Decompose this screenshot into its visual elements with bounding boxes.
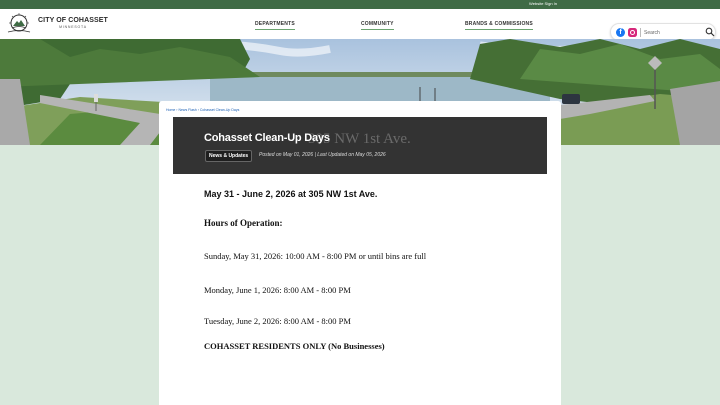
divider [640,28,641,37]
site-brand[interactable]: CITY OF COHASSET MINNESOTA [38,17,108,29]
nav-community[interactable]: COMMUNITY [361,21,394,30]
nav-departments[interactable]: DEPARTMENTS [255,21,295,30]
state-name: MINNESOTA [59,25,87,29]
hours-sunday: Sunday, May 31, 2026: 10:00 AM - 8:00 PM… [204,251,427,261]
utility-bar: Website Sign In [0,0,720,9]
nav-departments-label: DEPARTMENTS [255,21,295,27]
article-header: 305 NW 1st Ave. Cohasset Clean-Up Days N… [173,117,547,174]
nav-underline [361,29,394,30]
breadcrumb: Home › News Flash › Cohasset Clean-Up Da… [159,101,561,117]
site-header: CITY OF COHASSET MINNESOTA DEPARTMENTS C… [0,9,720,41]
nav-brands-label: BRANDS & COMMISSIONS [465,21,533,27]
hours-monday: Monday, June 1, 2026: 8:00 AM - 8:00 PM [204,285,351,295]
instagram-icon[interactable] [628,28,637,37]
article-title: Cohasset Clean-Up Days [204,132,330,144]
nav-underline [255,29,295,30]
hours-heading: Hours of Operation: [204,218,283,228]
category-badge[interactable]: News & Updates [205,150,253,162]
post-date: Posted on May 01, 2026 | Last Updated on… [259,152,386,158]
facebook-icon[interactable]: f [616,28,625,37]
search-input[interactable] [644,27,702,38]
nav-brands-commissions[interactable]: BRANDS & COMMISSIONS [465,21,533,30]
city-name: CITY OF COHASSET [38,17,108,24]
residents-only-notice: COHASSET RESIDENTS ONLY (No Businesses) [204,341,385,351]
website-sign-in-link[interactable]: Website Sign In [529,1,557,6]
event-dates-heading: May 31 - June 2, 2026 at 305 NW 1st Ave. [204,189,378,199]
search-icon[interactable] [705,27,715,37]
hours-tuesday: Tuesday, June 2, 2026: 8:00 AM - 8:00 PM [204,316,351,326]
breadcrumb-links[interactable]: Home › News Flash › Cohasset Clean-Up Da… [166,108,239,112]
nav-underline [465,29,533,30]
city-seal-icon[interactable] [4,12,34,36]
nav-community-label: COMMUNITY [361,21,394,27]
